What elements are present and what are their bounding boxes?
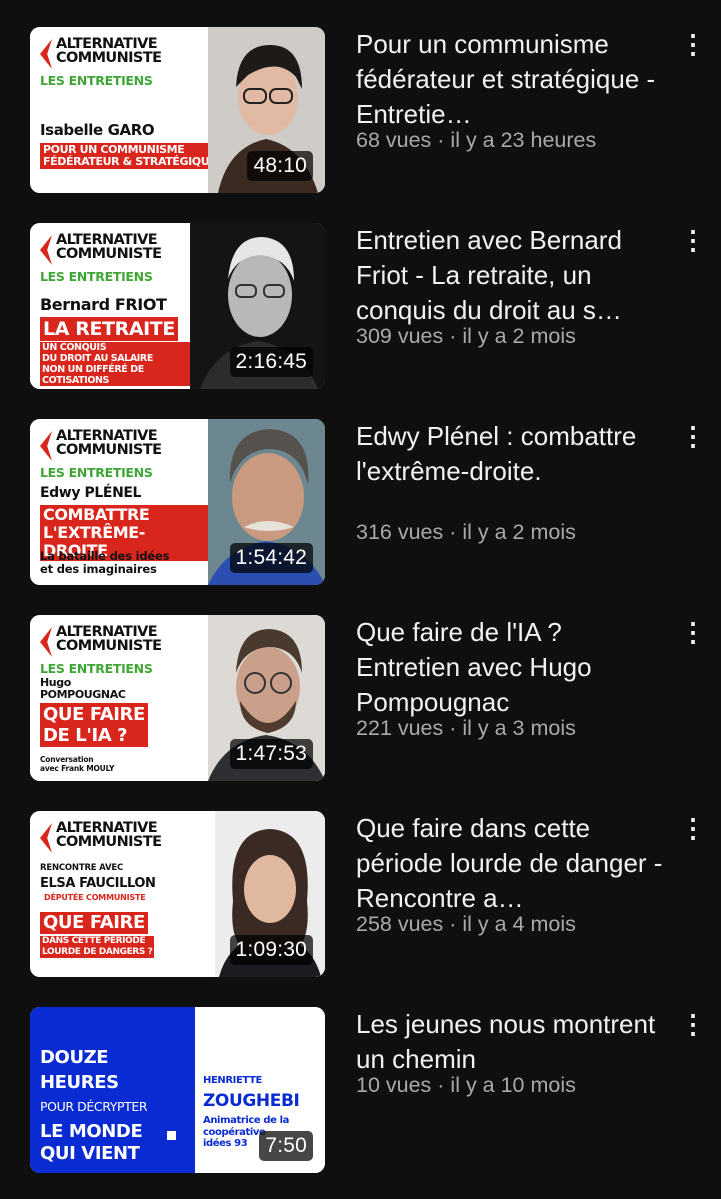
upload-age: il y a 10 mois bbox=[450, 1073, 576, 1097]
meta-separator: · bbox=[431, 1073, 451, 1097]
upload-age: il y a 2 mois bbox=[462, 324, 576, 348]
thumbnail-graphic: ALTERNATIVE COMMUNISTE LES ENTRETIENS Be… bbox=[30, 223, 208, 389]
video-meta: 221 vues · il y a 3 mois bbox=[356, 714, 676, 742]
channel-logo-text: ALTERNATIVE COMMUNISTE bbox=[56, 820, 162, 850]
video-item[interactable]: ALTERNATIVE COMMUNISTE LES ENTRETIENS Be… bbox=[0, 223, 721, 393]
video-item[interactable]: ALTERNATIVE COMMUNISTE LES ENTRETIENS Is… bbox=[0, 27, 721, 197]
video-duration: 7:50 bbox=[259, 1131, 313, 1161]
thumbnail-subline: DANS CETTE PÉRIODE LOURDE DE DANGERS ? bbox=[40, 936, 155, 958]
thumbnail-graphic: ALTERNATIVE COMMUNISTE RENCONTRE AVEC EL… bbox=[30, 811, 215, 977]
guest-name: Isabelle GARO bbox=[40, 121, 155, 139]
view-count: 258 vues bbox=[356, 912, 444, 936]
video-meta: 258 vues · il y a 4 mois bbox=[356, 910, 676, 938]
series-label: LES ENTRETIENS bbox=[40, 465, 153, 480]
thumbnail-graphic: ALTERNATIVE COMMUNISTE LES ENTRETIENS Ed… bbox=[30, 419, 208, 585]
video-item[interactable]: ALTERNATIVE COMMUNISTE RENCONTRE AVEC EL… bbox=[0, 811, 721, 981]
video-meta: 10 vues · il y a 10 mois bbox=[356, 1071, 676, 1099]
video-thumbnail[interactable]: ALTERNATIVE COMMUNISTE RENCONTRE AVEC EL… bbox=[30, 811, 325, 977]
video-duration: 1:47:53 bbox=[229, 739, 313, 769]
video-meta: 309 vues · il y a 2 mois bbox=[356, 322, 676, 350]
more-options-icon[interactable]: ⋮ bbox=[680, 1009, 706, 1039]
video-title[interactable]: Entretien avec Bernard Friot - La retrai… bbox=[356, 223, 666, 328]
video-thumbnail[interactable]: DOUZE HEURES POUR DÉCRYPTER LE MONDE QUI… bbox=[30, 1007, 325, 1173]
view-count: 309 vues bbox=[356, 324, 444, 348]
guest-name: Edwy PLÉNEL bbox=[40, 485, 142, 501]
guest-name: Hugo POMPOUGNAC bbox=[40, 676, 126, 701]
video-item[interactable]: ALTERNATIVE COMMUNISTE LES ENTRETIENS Hu… bbox=[0, 615, 721, 785]
logo-flag-icon bbox=[40, 823, 52, 853]
logo-flag-icon bbox=[40, 235, 52, 265]
meta-separator: · bbox=[443, 716, 463, 740]
meta-separator: · bbox=[443, 324, 463, 348]
thumbnail-subline: UN CONQUIS DU DROIT AU SALAIRE NON UN DI… bbox=[40, 342, 208, 386]
thumbnail-graphic: ALTERNATIVE COMMUNISTE LES ENTRETIENS Hu… bbox=[30, 615, 208, 781]
logo-flag-icon bbox=[40, 431, 52, 461]
video-thumbnail[interactable]: ALTERNATIVE COMMUNISTE LES ENTRETIENS Be… bbox=[30, 223, 325, 389]
video-title[interactable]: Pour un communisme fédérateur et stratég… bbox=[356, 27, 666, 132]
upload-age: il y a 2 mois bbox=[462, 520, 576, 544]
thumbnail-graphic: DOUZE HEURES POUR DÉCRYPTER LE MONDE QUI… bbox=[30, 1007, 195, 1173]
thumbnail-headline: QUE FAIRE bbox=[40, 912, 148, 934]
logo-flag-icon bbox=[40, 627, 52, 657]
video-title[interactable]: Que faire de l'IA ? Entretien avec Hugo … bbox=[356, 615, 666, 720]
speaker-last-name: ZOUGHEBI bbox=[203, 1091, 300, 1111]
video-duration: 2:16:45 bbox=[229, 347, 313, 377]
upload-age: il y a 23 heures bbox=[450, 128, 597, 152]
channel-logo-text: ALTERNATIVE COMMUNISTE bbox=[56, 428, 162, 458]
thumbnail-graphic: ALTERNATIVE COMMUNISTE LES ENTRETIENS Is… bbox=[30, 27, 246, 193]
video-meta: 68 vues · il y a 23 heures bbox=[356, 126, 676, 154]
video-thumbnail[interactable]: ALTERNATIVE COMMUNISTE LES ENTRETIENS Is… bbox=[30, 27, 325, 193]
video-thumbnail[interactable]: ALTERNATIVE COMMUNISTE LES ENTRETIENS Hu… bbox=[30, 615, 325, 781]
video-title[interactable]: Edwy Plénel : combattre l'extrême-droite… bbox=[356, 419, 666, 489]
logo-flag-icon bbox=[40, 39, 52, 69]
guest-name: ELSA FAUCILLON bbox=[40, 876, 156, 891]
series-label: LES ENTRETIENS bbox=[40, 269, 153, 284]
more-options-icon[interactable]: ⋮ bbox=[680, 225, 706, 255]
thumbnail-headline: QUE FAIRE DE L'IA ? bbox=[40, 703, 148, 747]
video-title[interactable]: Que faire dans cette période lourde de d… bbox=[356, 811, 666, 916]
channel-logo-text: ALTERNATIVE COMMUNISTE bbox=[56, 232, 162, 262]
view-count: 68 vues bbox=[356, 128, 432, 152]
poster-subheading: POUR DÉCRYPTER bbox=[40, 1099, 148, 1114]
more-options-icon[interactable]: ⋮ bbox=[680, 813, 706, 843]
more-options-icon[interactable]: ⋮ bbox=[680, 421, 706, 451]
upload-age: il y a 3 mois bbox=[462, 716, 576, 740]
square-icon bbox=[167, 1131, 176, 1140]
video-item[interactable]: ALTERNATIVE COMMUNISTE LES ENTRETIENS Ed… bbox=[0, 419, 721, 589]
series-label: LES ENTRETIENS bbox=[40, 661, 153, 676]
guest-role: DÉPUTÉE COMMUNISTE bbox=[44, 893, 146, 902]
poster-heading: DOUZE HEURES bbox=[40, 1047, 119, 1093]
video-item[interactable]: DOUZE HEURES POUR DÉCRYPTER LE MONDE QUI… bbox=[0, 1007, 721, 1177]
channel-logo-text: ALTERNATIVE COMMUNISTE bbox=[56, 624, 162, 654]
video-meta: 316 vues · il y a 2 mois bbox=[356, 518, 676, 546]
thumbnail-caption: La bataille des idées et des imaginaires bbox=[40, 549, 170, 576]
poster-tagline: LE MONDE QUI VIENT bbox=[40, 1121, 143, 1164]
series-label: LES ENTRETIENS bbox=[40, 73, 153, 88]
channel-logo-text: ALTERNATIVE COMMUNISTE bbox=[56, 36, 162, 66]
meeting-intro: RENCONTRE AVEC bbox=[40, 863, 123, 873]
view-count: 10 vues bbox=[356, 1073, 432, 1097]
more-options-icon[interactable]: ⋮ bbox=[680, 29, 706, 59]
meta-separator: · bbox=[443, 520, 463, 544]
thumbnail-caption: Conversation avec Frank MOULY bbox=[40, 755, 115, 773]
thumbnail-headline: LA RETRAITE bbox=[40, 317, 178, 341]
meta-separator: · bbox=[443, 912, 463, 936]
video-duration: 1:54:42 bbox=[229, 543, 313, 573]
guest-name: Bernard FRIOT bbox=[40, 295, 167, 314]
more-options-icon[interactable]: ⋮ bbox=[680, 617, 706, 647]
speaker-first-name: HENRIETTE bbox=[203, 1075, 262, 1086]
video-thumbnail[interactable]: ALTERNATIVE COMMUNISTE LES ENTRETIENS Ed… bbox=[30, 419, 325, 585]
view-count: 221 vues bbox=[356, 716, 444, 740]
video-title[interactable]: Les jeunes nous montrent un chemin bbox=[356, 1007, 666, 1077]
view-count: 316 vues bbox=[356, 520, 444, 544]
upload-age: il y a 4 mois bbox=[462, 912, 576, 936]
video-duration: 48:10 bbox=[247, 151, 313, 181]
video-duration: 1:09:30 bbox=[229, 935, 313, 965]
meta-separator: · bbox=[431, 128, 451, 152]
